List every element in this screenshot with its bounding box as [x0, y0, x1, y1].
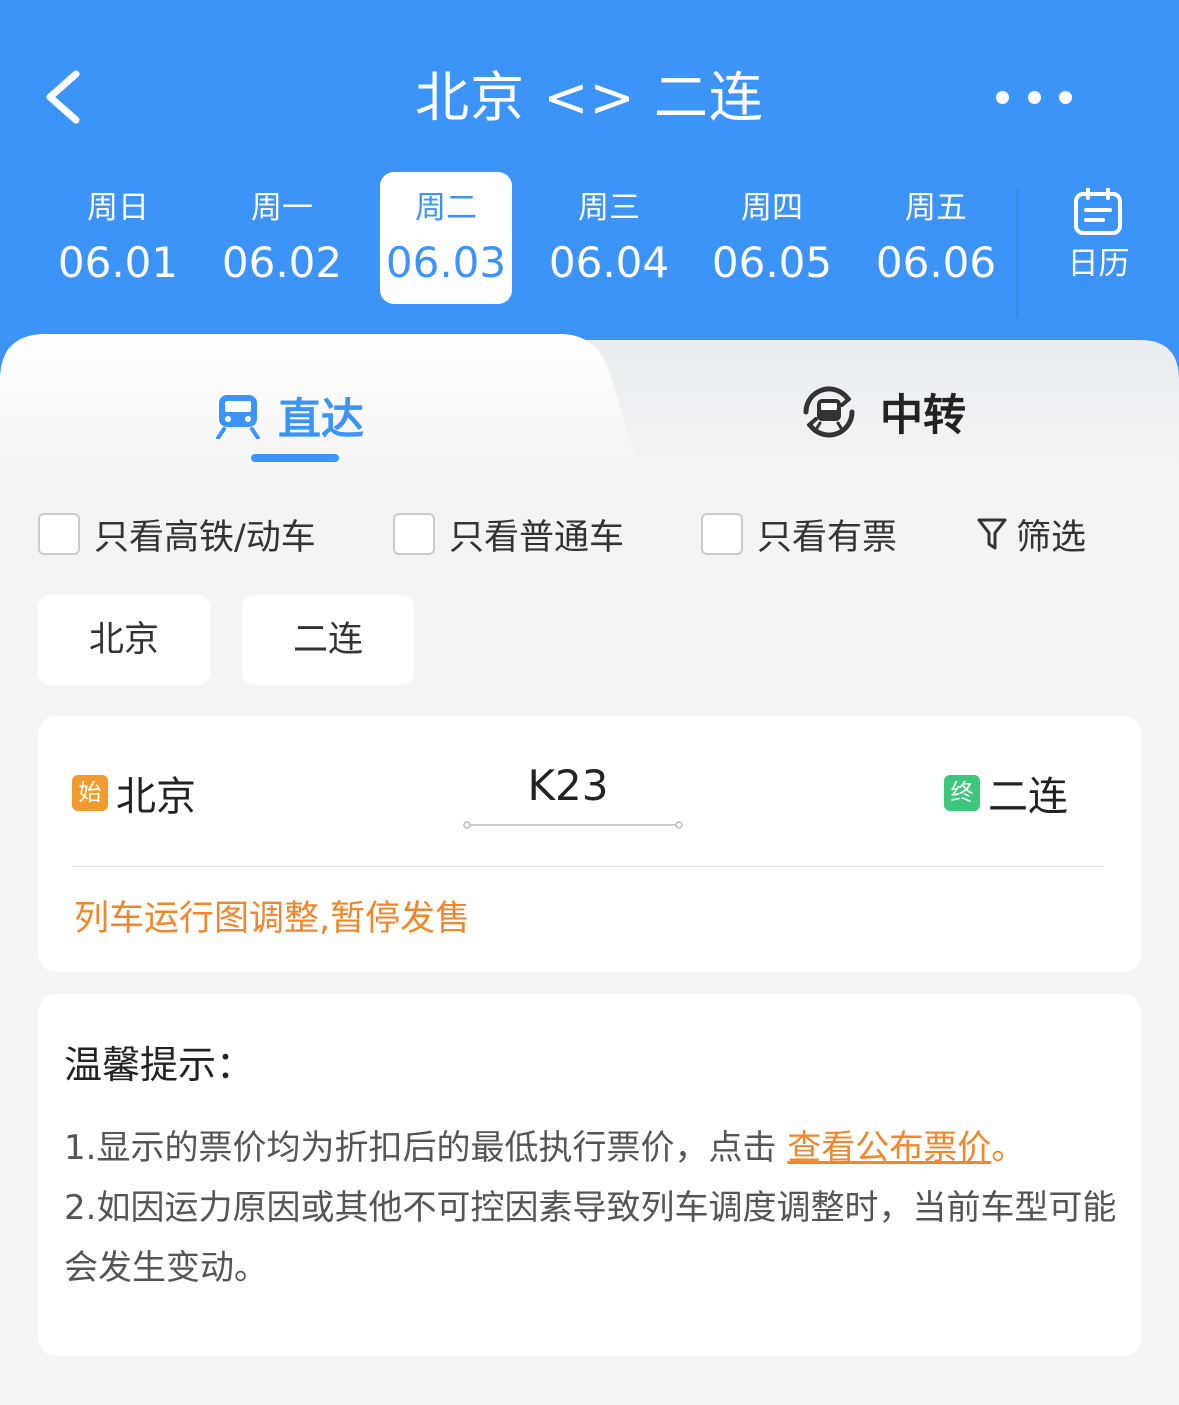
- date-weekday: 周四: [741, 190, 803, 226]
- date-item-0604[interactable]: 周三 06.04: [543, 172, 675, 304]
- tips-line-1-text: 1.显示的票价均为折扣后的最低执行票价，点击: [64, 1128, 788, 1168]
- train-status: 列车运行图调整,暂停发售: [74, 899, 471, 939]
- train-to-station: 终 二连: [944, 768, 1068, 820]
- date-item-0605[interactable]: 周四 06.05: [706, 172, 838, 304]
- train-to-name: 二连: [988, 774, 1068, 820]
- tab-direct-label: 直达: [278, 395, 364, 445]
- tips-line-2: 2.如因运力原因或其他不可控因素导致列车调度调整时，当前车型可能会发生变动。: [64, 1188, 1117, 1288]
- tab-transfer-label: 中转: [880, 391, 966, 441]
- tips-card: 温馨提示： 1.显示的票价均为折扣后的最低执行票价，点击 查看公布票价。 2.如…: [38, 994, 1141, 1356]
- station-chip-to[interactable]: 二连: [242, 595, 414, 685]
- date-date: 06.06: [875, 238, 997, 287]
- date-item-0603-selected[interactable]: 周二 06.03: [380, 172, 512, 304]
- tab-direct[interactable]: 直达: [216, 386, 364, 446]
- header-bar: 北京 <> 二连 周日 06.01 周一 06.02 周二 06.03 周三 0…: [0, 0, 1179, 380]
- funnel-icon: [977, 518, 1007, 550]
- checkbox[interactable]: [701, 513, 743, 555]
- tab-active-indicator: [251, 454, 339, 462]
- transfer-train-icon: [803, 386, 855, 438]
- date-date: 06.05: [711, 238, 833, 287]
- train-number: K23: [527, 761, 609, 810]
- date-date: 06.02: [221, 238, 343, 287]
- date-weekday: 周五: [905, 190, 967, 226]
- train-route-line: [463, 821, 683, 829]
- published-price-link[interactable]: 查看公布票价: [787, 1128, 991, 1168]
- station-chip-from[interactable]: 北京: [38, 595, 210, 685]
- tips-body: 1.显示的票价均为折扣后的最低执行票价，点击 查看公布票价。 2.如因运力原因或…: [64, 1118, 1124, 1298]
- start-tag: 始: [72, 775, 108, 811]
- train-card[interactable]: 始 北京 K23 终 二连 列车运行图调整,暂停发售: [38, 716, 1141, 972]
- tips-line-1: 1.显示的票价均为折扣后的最低执行票价，点击 查看公布票价。: [64, 1118, 1124, 1178]
- filter-normal-label: 只看普通车: [449, 517, 625, 558]
- more-dot-icon: [1059, 90, 1072, 104]
- date-weekday: 周一: [251, 190, 313, 226]
- date-item-0601[interactable]: 周日 06.01: [52, 172, 184, 304]
- date-item-0606[interactable]: 周五 06.06: [870, 172, 1002, 304]
- filter-high-speed-label: 只看高铁/动车: [94, 517, 316, 558]
- tips-line-1-suffix: 。: [991, 1128, 1026, 1168]
- calendar-label: 日历: [1067, 246, 1130, 282]
- calendar-button[interactable]: 日历: [1018, 172, 1179, 322]
- train-icon: [216, 395, 260, 439]
- filter-normal-train[interactable]: 只看普通车: [393, 512, 624, 558]
- filter-button-label: 筛选: [1016, 517, 1087, 558]
- divider: [72, 866, 1104, 867]
- tab-background: [0, 334, 1179, 474]
- tips-title: 温馨提示：: [64, 1043, 255, 1087]
- more-dot-icon: [996, 90, 1009, 104]
- train-from-name: 北京: [116, 774, 196, 820]
- filter-button[interactable]: 筛选: [976, 512, 1086, 558]
- calendar-icon: [1074, 188, 1122, 235]
- tab-transfer[interactable]: 中转: [798, 380, 966, 444]
- filter-available[interactable]: 只看有票: [701, 512, 897, 558]
- date-weekday: 周三: [578, 190, 640, 226]
- checkbox[interactable]: [393, 513, 435, 555]
- more-dot-icon: [1027, 90, 1041, 104]
- date-item-0602[interactable]: 周一 06.02: [216, 172, 348, 304]
- checkbox[interactable]: [38, 513, 80, 555]
- date-date: 06.01: [57, 238, 179, 287]
- date-date: 06.04: [548, 238, 670, 287]
- train-from-station: 始 北京: [72, 768, 196, 820]
- filter-available-label: 只看有票: [757, 517, 898, 558]
- tab-bar: 直达 中转: [0, 334, 1179, 474]
- more-button[interactable]: [996, 82, 1072, 112]
- date-weekday: 周日: [87, 190, 149, 226]
- filter-high-speed[interactable]: 只看高铁/动车: [38, 512, 316, 558]
- date-date: 06.03: [385, 238, 507, 287]
- end-tag: 终: [944, 775, 980, 811]
- date-weekday: 周二: [415, 190, 477, 226]
